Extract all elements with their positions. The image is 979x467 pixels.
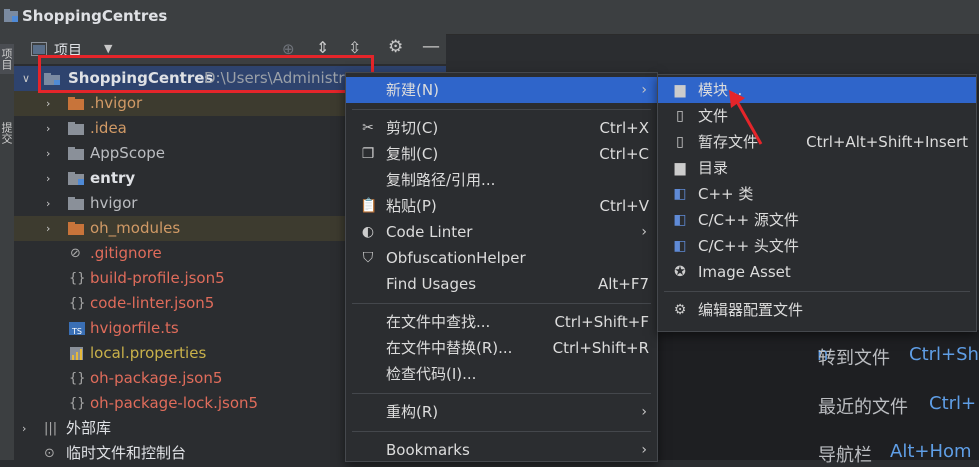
chevron-right-icon: › xyxy=(641,404,647,420)
menu-item-paste[interactable]: 📋 粘贴(P) Ctrl+V xyxy=(346,193,657,219)
menu-item-find-in-files[interactable]: 在文件中查找... Ctrl+Shift+F xyxy=(346,309,657,335)
library-icon: ||| xyxy=(44,421,58,436)
module-folder-icon: ▆ xyxy=(674,82,686,98)
submenu-item-module[interactable]: ▆ 模块... xyxy=(658,77,976,103)
window-icon xyxy=(31,42,47,56)
copy-icon: ❐ xyxy=(361,146,375,162)
chevron-right-icon: › xyxy=(641,442,647,458)
chevron-right-icon[interactable]: › xyxy=(22,416,34,441)
ignore-file-icon: ⊘ xyxy=(70,246,81,261)
chevron-right-icon[interactable]: › xyxy=(46,216,58,241)
scratches-icon: ⊙ xyxy=(44,446,55,461)
linter-icon: ◐ xyxy=(361,224,375,240)
json-file-icon: {} xyxy=(69,371,86,386)
tab-commit[interactable]: 提交 xyxy=(0,120,14,156)
json-file-icon: {} xyxy=(69,396,86,411)
chevron-right-icon: › xyxy=(641,224,647,240)
separator xyxy=(352,393,651,394)
cpp-source-icon: ◧ xyxy=(673,212,687,228)
hint-navbar: 导航栏 xyxy=(818,445,872,466)
context-menu: 新建(N) › ✂ 剪切(C) Ctrl+X ❐ 复制(C) Ctrl+C 复制… xyxy=(345,72,658,462)
hint-goto-file: 转到文件 xyxy=(818,348,890,369)
submenu-item-file[interactable]: ▯ 文件 xyxy=(658,103,976,129)
separator xyxy=(352,431,651,432)
cpp-class-icon: ◧ xyxy=(673,186,687,202)
folder-icon xyxy=(68,222,84,235)
file-icon: ▯ xyxy=(676,108,684,124)
properties-file-icon xyxy=(70,347,83,360)
chevron-right-icon[interactable]: › xyxy=(46,91,58,116)
clipboard-icon: 📋 xyxy=(360,198,378,214)
chevron-down-icon[interactable]: ∨ xyxy=(22,66,34,91)
annotation-arrow xyxy=(729,90,763,145)
menu-item-copy-path[interactable]: 复制路径/引用... xyxy=(346,167,657,193)
folder-icon xyxy=(68,97,84,110)
menu-item-bookmarks[interactable]: Bookmarks › xyxy=(346,437,657,463)
typescript-file-icon: TS xyxy=(69,322,85,335)
hint-recent-files-shortcut: Ctrl+ xyxy=(929,393,977,414)
submenu-item-cpp-source[interactable]: ◧ C/C++ 源文件 xyxy=(658,207,976,233)
submenu-item-directory[interactable]: ▆ 目录 xyxy=(658,155,976,181)
separator xyxy=(352,109,651,110)
folder-icon: ▆ xyxy=(674,160,686,176)
chevron-down-icon[interactable]: ▼ xyxy=(104,42,112,55)
gear-icon[interactable]: ⚙ xyxy=(388,37,403,57)
submenu-item-editorconfig[interactable]: ⚙ 编辑器配置文件 xyxy=(658,297,976,323)
menu-item-copy[interactable]: ❐ 复制(C) Ctrl+C xyxy=(346,141,657,167)
folder-icon xyxy=(68,122,84,135)
menu-item-refactor[interactable]: 重构(R) › xyxy=(346,399,657,425)
annotation-box xyxy=(38,55,374,93)
menu-item-new[interactable]: 新建(N) › xyxy=(346,77,657,103)
project-icon xyxy=(4,9,18,22)
chevron-right-icon[interactable]: › xyxy=(46,191,58,216)
new-submenu: ▆ 模块... ▯ 文件 ▯ 暂存文件 Ctrl+Alt+Shift+Inser… xyxy=(657,74,977,332)
menu-item-replace-in-files[interactable]: 在文件中替换(R)... Ctrl+Shift+R xyxy=(346,335,657,361)
hint-goto-file-shortcut: Ctrl+Sh xyxy=(909,344,979,365)
json-file-icon: {} xyxy=(69,271,86,286)
menu-item-obfuscation[interactable]: ⛉ ObfuscationHelper xyxy=(346,245,657,271)
submenu-item-cpp-header[interactable]: ◧ C/C++ 头文件 xyxy=(658,233,976,259)
chevron-right-icon: › xyxy=(641,82,647,98)
json-file-icon: {} xyxy=(69,296,86,311)
minimize-icon[interactable]: — xyxy=(422,36,440,57)
svg-text:TS: TS xyxy=(71,327,82,335)
menu-item-code-linter[interactable]: ◐ Code Linter › xyxy=(346,219,657,245)
separator xyxy=(352,303,651,304)
menu-item-inspect-code[interactable]: 检查代码(I)... xyxy=(346,361,657,387)
window-title: ShoppingCentres xyxy=(22,7,168,25)
submenu-item-cpp-class[interactable]: ◧ C++ 类 xyxy=(658,181,976,207)
tab-project[interactable]: 项目 xyxy=(0,44,14,74)
title-bar: ShoppingCentres xyxy=(0,0,979,35)
chevron-right-icon[interactable]: › xyxy=(46,116,58,141)
separator xyxy=(664,291,970,292)
submenu-item-scratch[interactable]: ▯ 暂存文件 Ctrl+Alt+Shift+Insert xyxy=(658,129,976,155)
gear-icon: ⚙ xyxy=(673,302,687,318)
chevron-right-icon[interactable]: › xyxy=(46,141,58,166)
chevron-right-icon[interactable]: › xyxy=(46,166,58,191)
image-asset-icon: ✪ xyxy=(674,264,686,280)
module-folder-icon xyxy=(68,172,84,185)
folder-icon xyxy=(68,147,84,160)
tool-window-strip: 项目 提交 xyxy=(0,34,15,460)
menu-item-find-usages[interactable]: Find Usages Alt+F7 xyxy=(346,271,657,297)
scissors-icon: ✂ xyxy=(362,120,374,136)
submenu-item-image-asset[interactable]: ✪ Image Asset xyxy=(658,259,976,285)
shield-icon: ⛉ xyxy=(362,250,374,266)
menu-item-cut[interactable]: ✂ 剪切(C) Ctrl+X xyxy=(346,115,657,141)
cpp-header-icon: ◧ xyxy=(673,238,687,254)
scratch-file-icon: ▯ xyxy=(676,134,684,150)
hint-recent-files: 最近的文件 xyxy=(818,397,908,418)
hint-navbar-shortcut: Alt+Hom xyxy=(890,441,972,462)
folder-icon xyxy=(68,197,84,210)
